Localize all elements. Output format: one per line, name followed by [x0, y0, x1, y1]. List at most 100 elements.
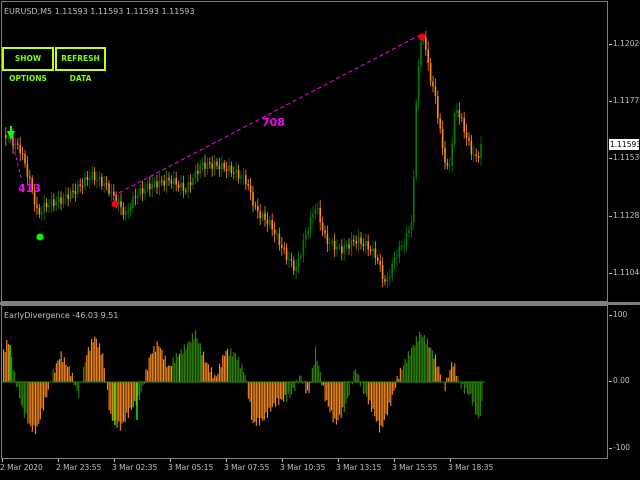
histogram-bar: [316, 360, 318, 382]
histogram-bar: [23, 382, 25, 419]
sell-signal-dot: [111, 200, 119, 208]
chart-window: EURUSD,M5 1.11593 1.11593 1.11593 1.1159…: [0, 0, 640, 480]
histogram-bar: [460, 382, 462, 389]
histogram-bar: [300, 375, 302, 382]
histogram-bar: [243, 372, 245, 382]
candle-body: [372, 248, 374, 252]
histogram-bar: [228, 355, 230, 382]
histogram-bar: [33, 382, 35, 426]
candle-body: [281, 244, 283, 248]
histogram-bar: [332, 382, 334, 423]
histogram-bar: [358, 374, 360, 382]
candle-body: [362, 243, 365, 247]
candle-body: [283, 247, 285, 249]
candle-body: [67, 194, 69, 200]
histogram-bar: [3, 349, 5, 382]
candle-body: [29, 176, 31, 179]
candle-body: [53, 199, 55, 206]
histogram-bar: [107, 382, 109, 390]
histogram-bar: [132, 382, 134, 408]
candle-body: [139, 188, 141, 196]
candle-body: [365, 241, 367, 247]
histogram-bar: [70, 376, 72, 382]
histogram-bar: [454, 363, 456, 382]
histogram-bar: [207, 364, 209, 382]
candle-body: [434, 86, 437, 97]
candle-body: [326, 233, 329, 245]
time-axis[interactable]: 2 Mar 2020 2 Mar 23:55 3 Mar 02:35 3 Mar…: [0, 459, 640, 480]
histogram-bar: [25, 382, 27, 414]
show-options-button[interactable]: SHOW OPTIONS: [2, 47, 54, 83]
histogram-bar: [83, 366, 85, 382]
histogram-bar: [435, 354, 437, 382]
candle-body: [218, 165, 221, 170]
candle-body: [391, 263, 393, 277]
histogram-bar: [14, 371, 16, 382]
candle-body: [223, 163, 225, 170]
candle-body: [477, 156, 480, 158]
histogram-bar: [238, 356, 240, 382]
candle-body: [206, 162, 209, 169]
histogram-bar: [446, 377, 448, 382]
refresh-data-button[interactable]: REFRESH DATA: [55, 47, 106, 83]
histogram-bar: [252, 382, 254, 423]
histogram-bar: [345, 382, 347, 404]
candle-body: [81, 186, 84, 188]
histogram-bar: [95, 338, 97, 382]
histogram-bar: [86, 354, 88, 382]
histogram-bar: [161, 349, 163, 382]
candle-body: [5, 135, 7, 139]
candle-body: [201, 162, 204, 165]
histogram-bar: [44, 382, 46, 398]
histogram-bar: [129, 382, 131, 408]
histogram-bar: [343, 382, 345, 412]
histogram-bar: [425, 344, 427, 382]
candle-body: [420, 41, 422, 67]
histogram-bar: [403, 365, 405, 382]
candle-body: [55, 201, 57, 206]
candle-body: [182, 182, 185, 191]
candle-body: [69, 190, 72, 200]
price-axis[interactable]: 1.12020 1.11775 1.11530 1.11285 1.11040: [609, 0, 640, 302]
candle-body: [43, 203, 45, 213]
candle-body: [91, 171, 93, 178]
histogram-bar: [471, 382, 473, 406]
histogram-bar: [275, 382, 277, 407]
candle-body: [357, 237, 360, 244]
histogram-bar: [457, 375, 459, 382]
histogram-bar: [428, 347, 430, 382]
candle-body: [141, 188, 144, 194]
candle-body: [213, 161, 216, 169]
histogram-bar: [41, 382, 43, 409]
candle-body: [410, 222, 413, 230]
histogram-bar: [438, 366, 440, 382]
candle-body: [204, 162, 206, 169]
candle-body: [278, 233, 281, 245]
candle-body: [353, 239, 355, 242]
indicator-axis[interactable]: 100 0.00 -100: [609, 305, 640, 459]
candle-body: [451, 143, 453, 166]
candle-body: [314, 208, 317, 215]
candle-body: [194, 170, 197, 179]
histogram-bar: [39, 382, 41, 420]
histogram-bar: [267, 382, 269, 418]
histogram-bar: [158, 346, 160, 382]
histogram-bar: [169, 365, 171, 382]
candle-body: [105, 183, 108, 185]
candle-body: [221, 163, 223, 170]
candle-body: [101, 177, 103, 186]
histogram-bar: [334, 382, 336, 419]
candle-body: [305, 234, 307, 241]
histogram-bar: [30, 382, 32, 427]
candle-body: [249, 185, 252, 193]
candle-body: [446, 162, 449, 166]
histogram-bar: [406, 362, 408, 382]
histogram-bar: [190, 342, 192, 382]
candle-body: [266, 219, 269, 225]
histogram-bar: [444, 382, 446, 392]
candle-body: [240, 176, 242, 179]
candle-body: [345, 244, 348, 246]
candle-body: [165, 177, 168, 186]
histogram-bar: [27, 382, 29, 424]
candle-body: [197, 170, 199, 174]
